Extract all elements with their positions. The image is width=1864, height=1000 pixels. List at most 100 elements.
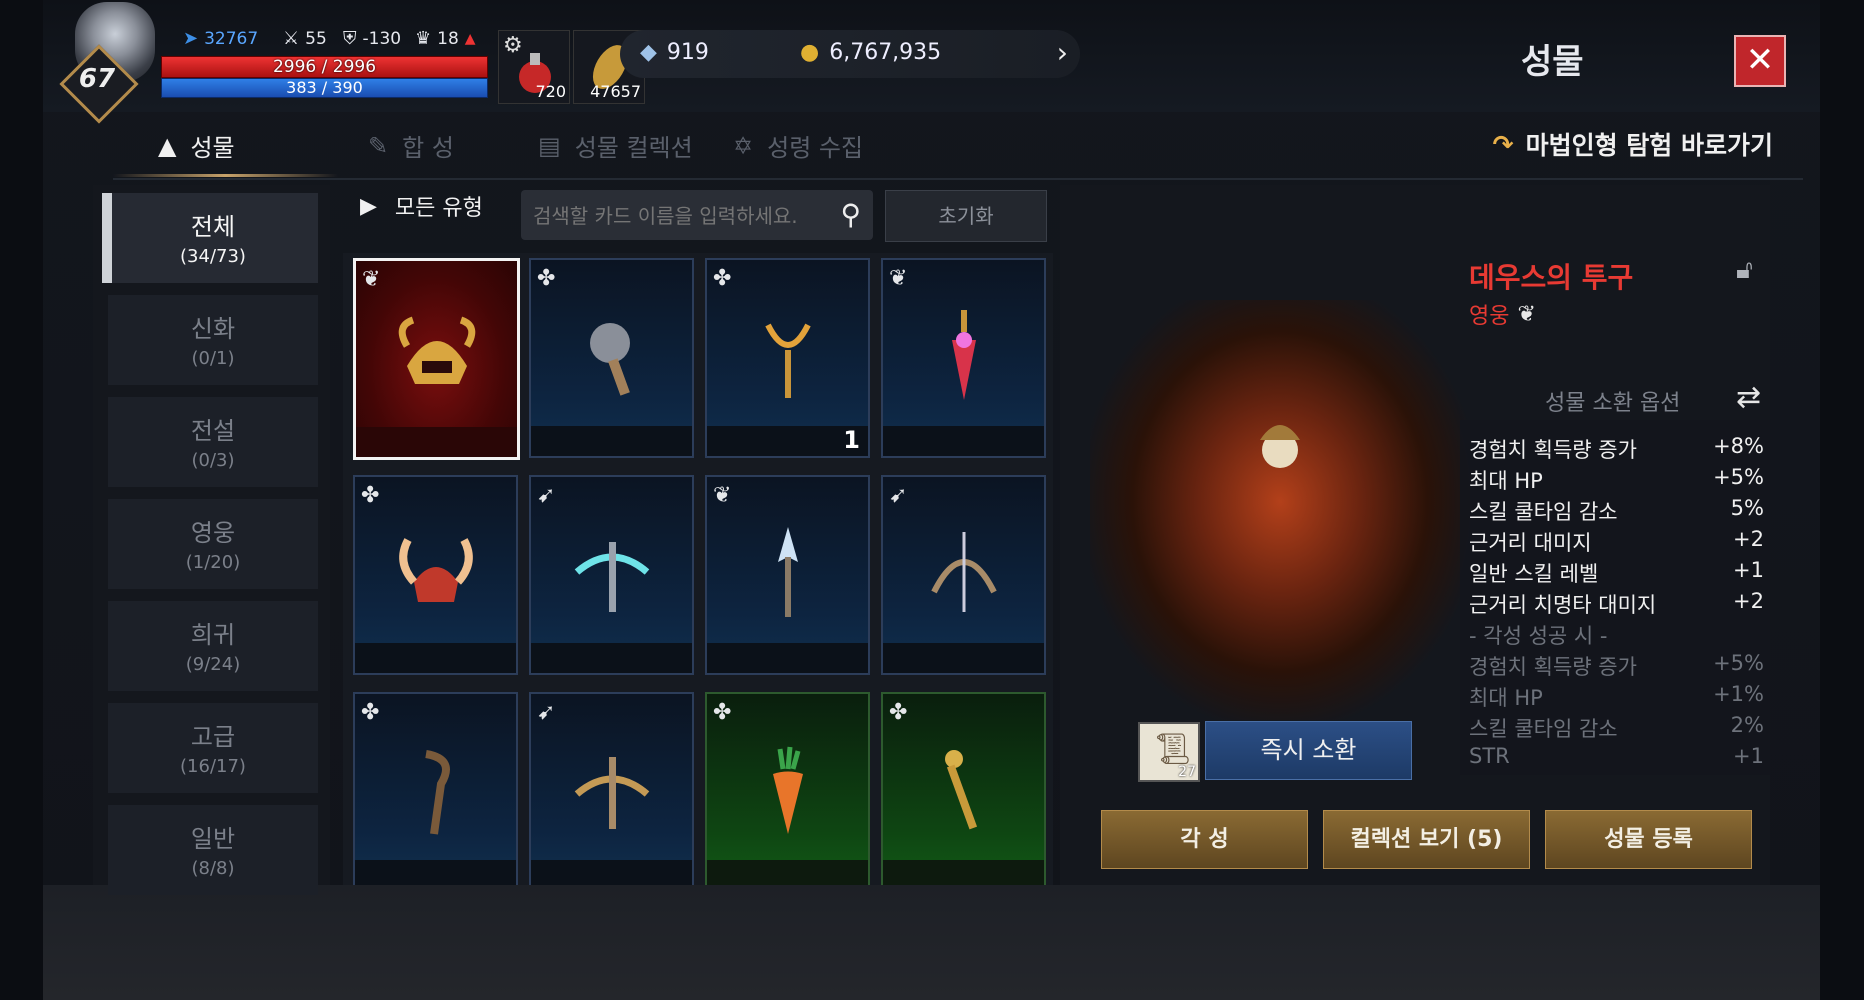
player-portrait[interactable]: 67 xyxy=(57,0,162,124)
search-icon[interactable]: ⚲ xyxy=(840,198,861,231)
potion-qty: 720 xyxy=(535,82,566,101)
spear-icon xyxy=(777,527,798,617)
option-label: 경험치 획득량 증가 xyxy=(1469,655,1637,679)
category-legend[interactable]: 전설 (0/3) xyxy=(108,397,318,487)
relic-card[interactable]: ❦ xyxy=(881,258,1046,458)
redo-arrow-icon: ↷ xyxy=(1492,129,1514,159)
screen-title: 성물 xyxy=(1521,42,1584,82)
relic-preview xyxy=(1090,300,1470,720)
crossbow-icon xyxy=(574,542,649,612)
gold-currency: ● 6,767,935 xyxy=(800,40,941,65)
player-level: 67 xyxy=(78,64,116,94)
option-value: 5% xyxy=(1730,496,1764,520)
crystal-currency: ◆ 919 xyxy=(640,40,709,65)
option-label: 일반 스킬 레벨 xyxy=(1469,562,1599,586)
staff-icon xyxy=(764,323,811,398)
option-label: 최대 HP xyxy=(1469,469,1543,493)
helmet-icon xyxy=(398,316,475,384)
top-bar: 67 ➤ 32767 ⚔ 55 ⛨ -130 ♛ 18 ▲ 2996 / 299… xyxy=(43,0,1820,124)
grade-category-list: 전체 (34/73) 신화 (0/1) 전설 (0/3) 영웅 (1/20) 희… xyxy=(93,185,330,895)
play-triangle-icon: ▶ xyxy=(360,193,377,219)
crossbow-icon xyxy=(574,757,649,829)
option-value: +2 xyxy=(1733,589,1764,613)
type-filter-label: 모든 유형 xyxy=(394,196,483,221)
tab-label: 합 성 xyxy=(402,134,454,162)
claw-grade-icon: ✤ xyxy=(361,483,380,508)
category-mythic[interactable]: 신화 (0/1) xyxy=(108,295,318,385)
category-count: (9/24) xyxy=(185,654,241,675)
option-value: +1 xyxy=(1733,558,1764,582)
register-relic-button[interactable]: 성물 등록 xyxy=(1545,810,1752,869)
unlock-icon[interactable]: 🔓︎ xyxy=(1736,255,1753,286)
power-value: 32767 xyxy=(204,28,259,49)
relic-card[interactable]: ✤ xyxy=(529,258,694,458)
swap-arrows-icon[interactable]: ⇄ xyxy=(1736,380,1761,415)
category-advanced[interactable]: 고급 (16/17) xyxy=(108,703,318,793)
defense-stat: ⛨ -130 xyxy=(343,28,401,49)
category-count: (1/20) xyxy=(185,552,241,573)
chevron-right-icon[interactable]: › xyxy=(1057,36,1068,69)
relic-card[interactable]: ✤ xyxy=(353,475,518,675)
option-value: +1% xyxy=(1713,682,1764,706)
relic-card[interactable]: ✤ xyxy=(353,692,518,885)
relic-card[interactable]: ➹ xyxy=(881,475,1046,675)
search-input[interactable] xyxy=(531,190,825,242)
tab-spirit-collect[interactable]: ✡ 성령 수집 xyxy=(733,128,863,163)
scepter-icon xyxy=(944,750,977,830)
option-label: 최대 HP xyxy=(1469,686,1543,710)
option-value: +5% xyxy=(1713,465,1764,489)
tab-relic[interactable]: ▲ 성물 xyxy=(158,128,235,163)
potion-slot[interactable]: ⚙ 720 xyxy=(498,30,570,104)
active-tab-indicator xyxy=(113,174,338,177)
option-label: 스킬 쿨타임 감소 xyxy=(1469,717,1618,741)
branch-staff-icon xyxy=(424,750,450,835)
bottom-strip xyxy=(43,885,1820,1000)
relic-card[interactable]: ✤ xyxy=(881,692,1046,885)
relic-grade-label: 영웅 xyxy=(1469,304,1510,329)
wizard-hat-icon: ▲ xyxy=(158,131,177,160)
hp-value: 2996 / 2996 xyxy=(272,57,377,77)
relic-card[interactable]: ✤ xyxy=(705,692,870,885)
awaken-button[interactable]: 각 성 xyxy=(1101,810,1308,869)
reset-button[interactable]: 초기화 xyxy=(885,190,1047,242)
category-name: 영웅 xyxy=(190,519,236,547)
book-icon: ▤ xyxy=(538,131,561,160)
horned-helmet-icon xyxy=(398,538,473,602)
power-stat: ➤ 32767 xyxy=(183,28,258,49)
doll-expedition-shortcut[interactable]: ↷ 마법인형 탐험 바로가기 xyxy=(1493,126,1773,162)
feather-qty: 47657 xyxy=(590,82,641,101)
relic-card[interactable]: ➹ xyxy=(529,475,694,675)
relic-card[interactable]: ✤ 1 xyxy=(705,258,870,458)
instant-summon-button[interactable]: 즉시 소환 xyxy=(1205,721,1412,780)
claw-grade-icon: ✤ xyxy=(537,266,556,291)
crystal-icon: ◆ xyxy=(640,40,657,65)
tab-label: 성물 컬렉션 xyxy=(574,134,693,162)
gold-coin-icon: ● xyxy=(800,40,820,65)
relic-grade: 영웅 ❦ xyxy=(1469,298,1536,330)
option-value: +2 xyxy=(1733,527,1764,551)
category-count: (8/8) xyxy=(191,858,235,879)
currency-bar: ◆ 919 ● 6,767,935 › xyxy=(620,30,1080,78)
shortcut-label: 마법인형 탐험 바로가기 xyxy=(1525,131,1773,160)
tab-synthesis[interactable]: ✎ 합 성 xyxy=(368,128,454,163)
wing-grade-icon: ❦ xyxy=(889,266,908,291)
category-name: 일반 xyxy=(190,825,236,853)
relic-card-grid: ❦ ✤ ✤ 1 ❦ ✤ ➹ ❦ ➹ ✤ ➹ ✤ ✤ xyxy=(343,253,1053,885)
category-all[interactable]: 전체 (34/73) xyxy=(102,193,318,283)
category-hero[interactable]: 영웅 (1/20) xyxy=(108,499,318,589)
tab-collection[interactable]: ▤ 성물 컬렉션 xyxy=(538,128,693,163)
mp-bar: 383 / 390 xyxy=(161,78,488,98)
relic-card[interactable]: ❦ xyxy=(353,258,520,460)
tab-label: 성령 수집 xyxy=(767,134,864,162)
category-common[interactable]: 일반 (8/8) xyxy=(108,805,318,895)
type-filter[interactable]: ▶ 모든 유형 xyxy=(360,190,483,222)
relic-card[interactable]: ➹ xyxy=(529,692,694,885)
view-collection-button[interactable]: 컬렉션 보기 (5) xyxy=(1323,810,1530,869)
claw-grade-icon: ✤ xyxy=(889,700,908,725)
category-rare[interactable]: 희귀 (9/24) xyxy=(108,601,318,691)
hp-bar: 2996 / 2996 xyxy=(161,56,488,78)
relic-card[interactable]: ❦ xyxy=(705,475,870,675)
summon-scroll-item[interactable]: 📜︎ 27 xyxy=(1138,722,1200,782)
close-button[interactable]: ✕ xyxy=(1734,35,1786,87)
option-line: 스킬 쿨타임 감소 5% xyxy=(1469,496,1764,526)
